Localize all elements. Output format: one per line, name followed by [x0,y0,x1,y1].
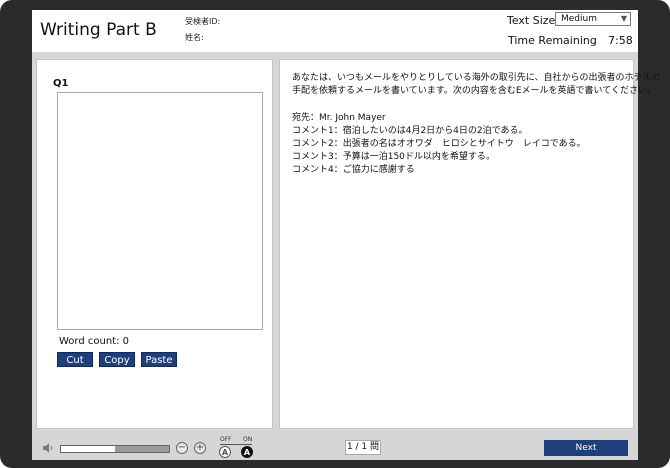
test-screen: Writing Part B 受検者ID: 姓名: Text Size Medi… [32,10,660,460]
toggle-track [220,444,252,445]
toggle-off-label: OFF [220,436,232,443]
page-indicator: 1 / 1 問 [345,440,381,455]
speaker-icon [43,443,53,453]
time-remaining-label: Time Remaining [508,34,597,47]
text-size-select[interactable]: Medium ▼ [555,12,631,26]
prompt-comment3: コメント3：予算は一泊150ドル以内を希望する。 [292,152,495,162]
volume-slider-fill [61,446,115,452]
cut-button[interactable]: Cut [57,352,93,367]
text-size-label: Text Size [507,14,556,27]
prompt-comment2: コメント2：出張者の名はオオワダ ヒロシとサイトウ レイコである。 [292,139,586,149]
prompt-panel: あなたは、いつもメールをやりとりしている海外の取引先に、自社からの出張者のホテル… [279,59,660,429]
question-label: Q1 [53,78,69,89]
prompt-recipient: 宛先：Mr. John Mayer [292,113,386,123]
font-toggle-on-icon[interactable]: A [241,446,253,458]
prompt-comment1: コメント1：宿泊したいのは4月2日から4日の2泊である。 [292,126,528,136]
font-toggle-off-icon[interactable]: A [219,446,231,458]
footer-bar: − + OFF ON A A 1 / 1 問 Next [32,436,638,460]
word-count: Word count: 0 [59,336,130,347]
volume-slider[interactable] [60,445,170,453]
paste-button[interactable]: Paste [141,352,177,367]
volume-down-button[interactable]: − [176,442,188,454]
volume-up-button[interactable]: + [194,442,206,454]
name-label: 姓名: [185,33,204,42]
prompt-comment4: コメント4：ご協力に感謝する [292,165,415,175]
header-bar: Writing Part B 受検者ID: 姓名: Text Size Medi… [32,10,638,56]
answer-textarea[interactable] [57,92,263,330]
candidate-id-label: 受検者ID: [185,17,221,26]
toggle-on-label: ON [243,436,253,443]
text-size-value: Medium [561,14,597,24]
prompt-intro-line2: 手配を依頼するメールを書いています。次の内容を含むEメールを英語で書いてください… [292,86,656,96]
chevron-down-icon: ▼ [620,14,627,23]
next-button[interactable]: Next [544,440,628,456]
copy-button[interactable]: Copy [99,352,135,367]
page-title: Writing Part B [40,20,157,40]
answer-panel: Q1 Word count: 0 Cut Copy Paste [36,59,273,429]
time-remaining-value: 7:58 [608,34,633,47]
prompt-intro-line1: あなたは、いつもメールをやりとりしている海外の取引先に、自社からの出張者のホテル… [292,73,661,83]
device-frame: Writing Part B 受検者ID: 姓名: Text Size Medi… [0,0,670,468]
